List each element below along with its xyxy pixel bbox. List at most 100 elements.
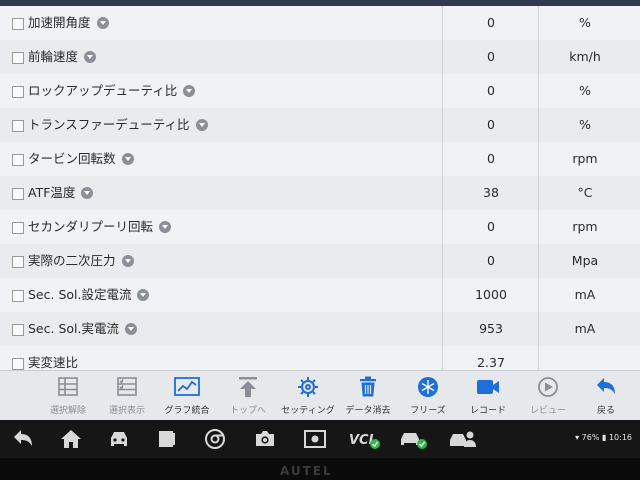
live-data-table[interactable]: 加速開角度 0 % 前輪速度 0 km/h ロックアップデューティ比 0 % ト… [0, 6, 640, 370]
back-nav-icon[interactable] [10, 426, 36, 452]
play-circle-icon [518, 375, 578, 399]
parameter-value: 0 [442, 108, 539, 142]
parameter-value: 0 [442, 244, 539, 278]
clear-data-label: データ消去 [345, 406, 391, 416]
parameter-unit: Mpa [538, 244, 631, 278]
back-button[interactable]: 戻る [576, 375, 636, 419]
row-checkbox[interactable] [12, 52, 24, 64]
vci-status-icon[interactable]: VCI [348, 426, 382, 452]
table-row[interactable]: ロックアップデューティ比 0 % [0, 74, 640, 109]
parameter-unit: % [538, 108, 631, 142]
row-checkbox[interactable] [12, 358, 24, 370]
row-checkbox[interactable] [12, 256, 24, 268]
graph-icon [157, 375, 217, 399]
parameter-name: ATF温度 [28, 185, 76, 200]
table-row[interactable]: Sec. Sol.設定電流 1000 mA [0, 278, 640, 313]
parameter-value: 0 [442, 210, 539, 244]
table-row[interactable]: ATF温度 38 °C [0, 176, 640, 211]
table-row[interactable]: 前輪速度 0 km/h [0, 40, 640, 75]
dropdown-icon[interactable] [96, 16, 109, 29]
table-row[interactable]: セカンダリプーリ回転 0 rpm [0, 210, 640, 245]
graph-merge-button[interactable]: グラフ統合 [157, 375, 217, 419]
video-camera-icon [458, 375, 518, 399]
parameter-unit: % [538, 6, 631, 40]
recent-apps-icon[interactable] [154, 426, 180, 452]
dropdown-icon[interactable] [183, 84, 196, 97]
parameter-unit: rpm [538, 210, 631, 244]
dropdown-icon[interactable] [137, 288, 150, 301]
parameter-value: 953 [442, 312, 539, 346]
dropdown-icon[interactable] [84, 50, 97, 63]
table-row[interactable]: 実変速比 2.37 [0, 346, 640, 370]
parameter-value: 0 [442, 6, 539, 40]
parameter-value: 0 [442, 142, 539, 176]
parameter-value: 0 [442, 74, 539, 108]
clear-data-button[interactable]: データ消去 [338, 375, 398, 419]
device-bezel: AUTEL [0, 458, 640, 480]
parameter-name: 実変速比 [28, 355, 79, 370]
settings-button[interactable]: セッティング [278, 375, 338, 419]
settings-gear-icon [278, 375, 338, 399]
brand-logo: AUTEL [280, 464, 333, 478]
freeze-label: フリーズ [410, 406, 446, 416]
record-button[interactable]: レコード [458, 375, 518, 419]
remote-expert-icon[interactable] [448, 426, 478, 452]
settings-label: セッティング [281, 406, 335, 416]
parameter-unit [538, 346, 631, 370]
freeze-button[interactable]: フリーズ [398, 375, 458, 419]
screenshot-icon[interactable] [302, 426, 328, 452]
trash-icon [338, 375, 398, 399]
browser-icon[interactable] [202, 426, 228, 452]
arrow-up-to-top-icon [218, 375, 278, 399]
back-arrow-icon [576, 375, 636, 399]
battery-level: 76% [581, 433, 600, 442]
table-row[interactable]: Sec. Sol.実電流 953 mA [0, 312, 640, 347]
parameter-name: タービン回転数 [28, 151, 116, 166]
row-checkbox[interactable] [12, 18, 24, 30]
show-selected-label: 選択表示 [108, 406, 145, 416]
row-checkbox[interactable] [12, 290, 24, 302]
row-checkbox[interactable] [12, 222, 24, 234]
parameter-name: セカンダリプーリ回転 [28, 219, 154, 234]
vci-text: VCI [349, 433, 374, 448]
parameter-value: 1000 [442, 278, 539, 312]
dropdown-icon[interactable] [121, 254, 134, 267]
wifi-icon: ▾ [575, 433, 580, 442]
to-top-button[interactable]: トップへ [218, 375, 278, 419]
deselect-label: 選択解除 [49, 406, 86, 416]
parameter-value: 0 [442, 40, 539, 74]
table-row[interactable]: 加速開角度 0 % [0, 6, 640, 41]
table-row[interactable]: 実際の二次圧力 0 Mpa [0, 244, 640, 279]
row-checkbox[interactable] [12, 188, 24, 200]
bottom-toolbar: 選択解除 選択表示 グラフ統合 トップへ セッティング データ消去 フリーズ レ… [0, 370, 640, 420]
home-icon[interactable] [58, 426, 84, 452]
parameter-name: トランスファーデューティ比 [28, 117, 190, 132]
row-checkbox[interactable] [12, 154, 24, 166]
review-label: レビュー [529, 406, 566, 416]
dropdown-icon[interactable] [121, 152, 134, 165]
parameter-name: 前輪速度 [28, 49, 79, 64]
dropdown-icon[interactable] [124, 322, 137, 335]
graph-merge-label: グラフ統合 [164, 406, 210, 416]
parameter-name: ロックアップデューティ比 [28, 83, 178, 98]
review-button[interactable]: レビュー [518, 375, 578, 419]
checklist-icon [97, 375, 157, 399]
deselect-button[interactable]: 選択解除 [38, 375, 98, 419]
parameter-unit: mA [538, 278, 631, 312]
dropdown-icon[interactable] [159, 220, 172, 233]
parameter-value: 38 [442, 176, 539, 210]
table-row[interactable]: トランスファーデューティ比 0 % [0, 108, 640, 143]
vehicle-menu-icon[interactable] [106, 426, 132, 452]
parameter-value: 2.37 [442, 346, 539, 370]
row-checkbox[interactable] [12, 324, 24, 336]
dropdown-icon[interactable] [195, 118, 208, 131]
table-row[interactable]: タービン回転数 0 rpm [0, 142, 640, 177]
row-checkbox[interactable] [12, 86, 24, 98]
app-screen: 加速開角度 0 % 前輪速度 0 km/h ロックアップデューティ比 0 % ト… [0, 0, 640, 420]
camera-icon[interactable] [252, 426, 278, 452]
parameter-name: Sec. Sol.設定電流 [28, 287, 132, 302]
dropdown-icon[interactable] [81, 186, 94, 199]
show-selected-button[interactable]: 選択表示 [97, 375, 157, 419]
row-checkbox[interactable] [12, 120, 24, 132]
vehicle-connection-icon[interactable] [398, 426, 430, 452]
